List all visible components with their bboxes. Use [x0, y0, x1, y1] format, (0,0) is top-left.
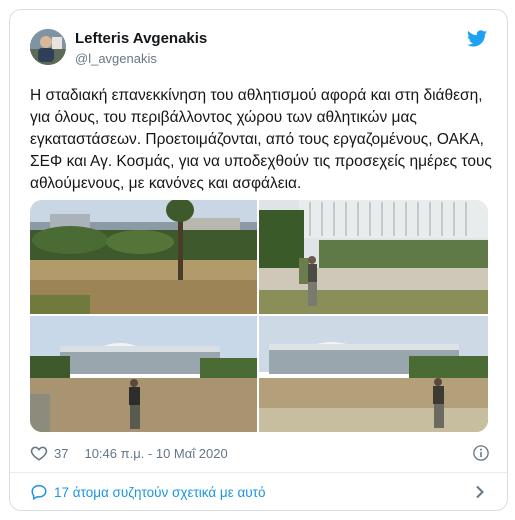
photo-stadium-right[interactable]	[259, 316, 488, 432]
avatar[interactable]	[30, 29, 66, 65]
twitter-bird-icon[interactable]	[467, 30, 487, 47]
conversation-link[interactable]: 17 άτομα συζητούν σχετικά με αυτό	[10, 473, 507, 510]
like-count[interactable]: 37	[54, 446, 68, 461]
tweet-header: Lefteris Avgenakis @l_avgenakis	[10, 10, 507, 80]
tweet-card[interactable]: Lefteris Avgenakis @l_avgenakis Η σταδια…	[9, 9, 508, 511]
tweet-text: Η σταδιακή επανεκκίνηση του αθλητισμού α…	[30, 87, 492, 192]
tweet-meta: 37 10:46 π.μ. - 10 Μαΐ 2020	[30, 442, 490, 464]
timestamp[interactable]: 10:46 π.μ. - 10 Μαΐ 2020	[84, 446, 227, 461]
photo-stadium-left[interactable]	[30, 316, 257, 432]
comment-icon	[31, 484, 47, 501]
media-grid[interactable]	[30, 200, 488, 432]
chevron-right-icon[interactable]	[473, 485, 487, 499]
heart-icon[interactable]	[30, 444, 48, 462]
author-handle[interactable]: @l_avgenakis	[75, 51, 157, 66]
info-icon[interactable]	[472, 444, 490, 462]
photo-worker-building[interactable]	[259, 200, 488, 314]
photo-park-tree[interactable]	[30, 200, 257, 314]
conversation-label[interactable]: 17 άτομα συζητούν σχετικά με αυτό	[54, 485, 266, 500]
author-name[interactable]: Lefteris Avgenakis	[75, 30, 207, 47]
